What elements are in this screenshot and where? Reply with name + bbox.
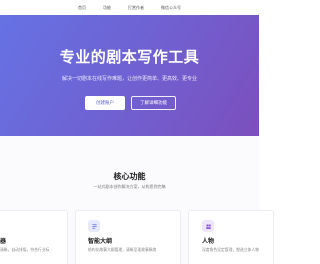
hero-banner: 专业的剧本写作工具 解决一切剧本在线写作难题，让创作更简单、更高效、更专业 创建…: [0, 15, 259, 136]
features-title: 核心功能: [113, 172, 146, 181]
feature-card-outline[interactable]: 智能大纲 结构化故事大纲管理，清晰呈现故事脉络: [75, 210, 181, 264]
feature-card-title: 智能大纲: [88, 238, 113, 245]
nav-item-home[interactable]: 首页: [78, 5, 86, 11]
hero-title: 专业的剧本写作工具: [59, 48, 200, 66]
features-section: 核心功能 一站式剧本创作解决方案，从构思到完稿 器 清晰，自动排版，符合行业标 …: [0, 136, 274, 264]
feature-card-title: 人物: [202, 238, 215, 245]
outline-icon: [88, 220, 100, 232]
nav-item-wechat[interactable]: 微信公众号: [161, 5, 181, 11]
nav-item-donate[interactable]: 打赏作者: [128, 5, 144, 11]
features-subtitle: 一站式剧本创作解决方案，从构思到完稿: [93, 184, 166, 189]
hero-subtitle: 解决一切剧本在线写作难题，让创作更简单、更高效、更专业: [61, 76, 197, 82]
nav-item-features[interactable]: 功能: [103, 5, 111, 11]
top-nav: 首页 功能 打赏作者 微信公众号: [0, 0, 259, 15]
create-account-button[interactable]: 创建账户: [85, 96, 125, 110]
feature-card-desc: 结构化故事大纲管理，清晰呈现故事脉络: [88, 247, 157, 252]
feature-card-editor[interactable]: 器 清晰，自动排版，符合行业标: [0, 210, 68, 264]
feature-card-title: 器: [0, 238, 7, 245]
feature-card-characters[interactable]: 人物 深度角色设定管理，塑造立体人物: [188, 210, 274, 264]
feature-card-desc: 清晰，自动排版，符合行业标: [0, 247, 50, 252]
learn-features-button[interactable]: 了解详细功能: [131, 96, 176, 110]
character-icon: [202, 220, 214, 232]
feature-card-desc: 深度角色设定管理，塑造立体人物: [202, 247, 259, 252]
